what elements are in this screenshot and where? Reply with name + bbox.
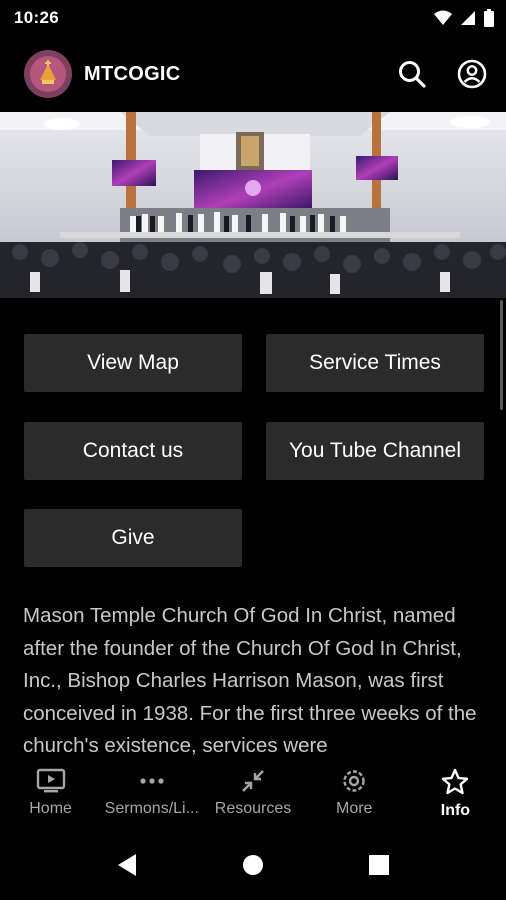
view-map-button[interactable]: View Map: [24, 334, 242, 392]
status-icons: [434, 9, 494, 27]
nav-info[interactable]: Info: [405, 756, 506, 830]
nav-more[interactable]: More: [304, 756, 405, 830]
nav-resources-label: Resources: [214, 800, 292, 817]
nav-more-label: More: [335, 800, 373, 817]
church-logo[interactable]: [24, 50, 72, 98]
back-triangle-icon: [118, 854, 136, 876]
collapse-arrows-icon: [242, 770, 264, 792]
status-bar: 10:26: [0, 0, 506, 36]
youtube-channel-button[interactable]: You Tube Channel: [266, 422, 484, 480]
nav-sermons[interactable]: Sermons/Li...: [101, 756, 202, 830]
recents-square-icon: [369, 855, 389, 875]
hero-image: [0, 112, 506, 298]
gear-icon: [343, 770, 365, 792]
search-icon: [399, 61, 426, 88]
nav-home[interactable]: Home: [0, 756, 101, 830]
nav-info-label: Info: [440, 802, 471, 819]
bottom-nav: Home Sermons/Li... Resources More Info: [0, 756, 506, 830]
app-bar: MTCOGIC: [0, 36, 506, 112]
more-horiz-icon: [140, 778, 164, 784]
account-icon: [457, 59, 487, 89]
church-description: Mason Temple Church Of God In Christ, na…: [23, 604, 477, 755]
battery-icon: [484, 9, 494, 27]
tv-play-icon: [36, 768, 65, 793]
account-button[interactable]: [454, 56, 490, 92]
recents-button[interactable]: [316, 855, 442, 875]
wifi-icon: [434, 10, 452, 25]
back-button[interactable]: [64, 853, 190, 877]
home-circle-icon: [243, 855, 263, 875]
search-button[interactable]: [394, 56, 430, 92]
status-time: 10:26: [14, 8, 59, 27]
nav-home-label: Home: [29, 800, 72, 817]
nav-resources[interactable]: Resources: [202, 756, 303, 830]
signal-icon: [461, 11, 475, 25]
system-nav: [0, 830, 506, 900]
service-times-button[interactable]: Service Times: [266, 334, 484, 392]
scrollbar[interactable]: [500, 300, 503, 410]
give-button[interactable]: Give: [24, 509, 242, 567]
home-button[interactable]: [190, 854, 316, 876]
star-icon: [442, 768, 469, 795]
contact-us-button[interactable]: Contact us: [24, 422, 242, 480]
app-title: MTCOGIC: [84, 62, 181, 85]
nav-sermons-label: Sermons/Li...: [104, 800, 199, 817]
